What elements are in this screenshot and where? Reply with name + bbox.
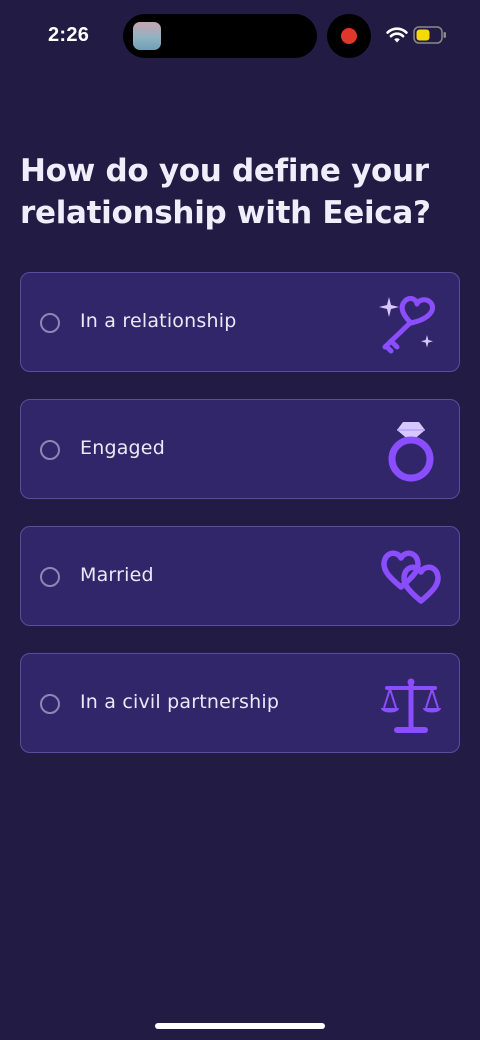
- wifi-icon: [386, 27, 408, 43]
- option-label: In a civil partnership: [80, 691, 280, 713]
- option-label: Married: [80, 564, 154, 586]
- screen: 2:26 How do you define your relationship…: [0, 0, 480, 1040]
- option-label: Engaged: [80, 437, 165, 459]
- scales-icon: [381, 678, 441, 733]
- two-hearts-icon: [381, 550, 441, 604]
- option-in-a-civil-partnership[interactable]: In a civil partnership: [20, 653, 460, 753]
- option-label: In a relationship: [80, 310, 237, 332]
- radio-button[interactable]: [40, 567, 60, 587]
- status-time: 2:26: [48, 24, 90, 46]
- app-thumbnail-icon: [133, 22, 161, 50]
- status-bar: 2:26: [0, 0, 480, 72]
- home-indicator[interactable]: [155, 1023, 325, 1029]
- radio-button[interactable]: [40, 694, 60, 714]
- option-engaged[interactable]: Engaged: [20, 399, 460, 499]
- heart-key-icon: [379, 295, 436, 354]
- dynamic-island: [123, 14, 317, 58]
- question-title: How do you define your relationship with…: [20, 153, 431, 231]
- radio-button[interactable]: [40, 440, 60, 460]
- option-in-a-relationship[interactable]: In a relationship: [20, 272, 460, 372]
- screen-recording-indicator: [327, 14, 371, 58]
- radio-button[interactable]: [40, 313, 60, 333]
- battery-icon: [413, 26, 446, 44]
- ring-icon: [388, 422, 434, 482]
- option-married[interactable]: Married: [20, 526, 460, 626]
- record-dot-icon: [341, 28, 357, 44]
